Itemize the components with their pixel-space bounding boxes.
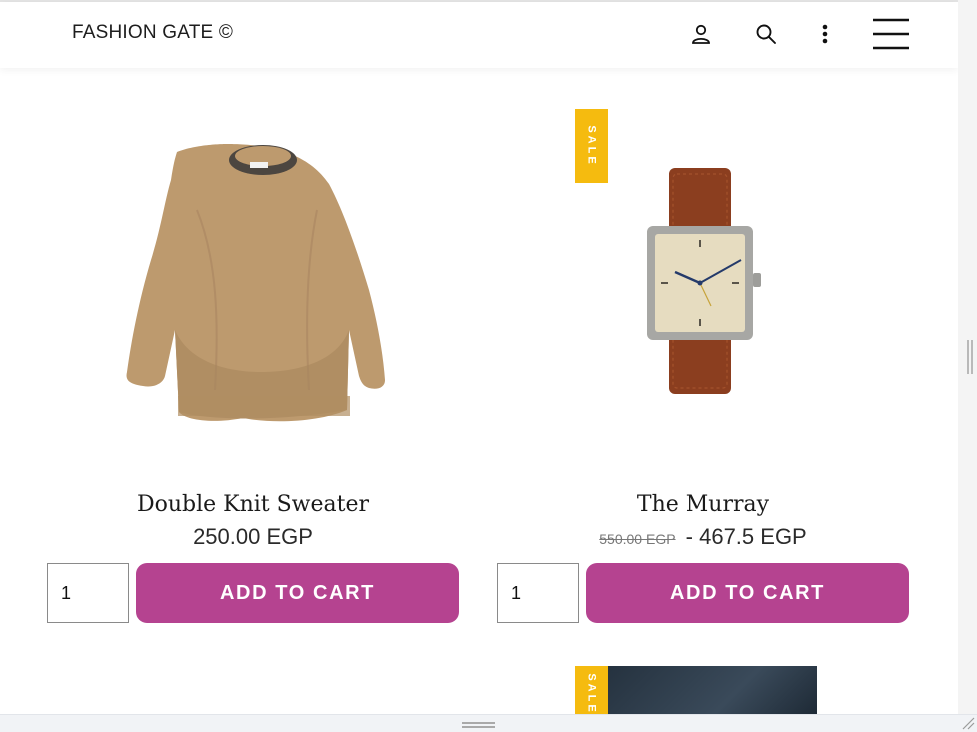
product-title[interactable]: Double Knit Sweater bbox=[47, 492, 459, 517]
site-header: FASHION GATE © bbox=[0, 2, 958, 68]
side-resize-handle[interactable] bbox=[967, 340, 973, 374]
product-image-sweater[interactable] bbox=[47, 90, 459, 470]
product-title[interactable]: The Murray bbox=[497, 492, 909, 517]
sale-badge-label: SALE bbox=[585, 673, 598, 714]
product-image-partial[interactable] bbox=[608, 666, 817, 714]
more-vertical-icon[interactable] bbox=[811, 20, 839, 48]
search-icon[interactable] bbox=[752, 20, 780, 48]
add-to-cart-button[interactable]: ADD TO CART bbox=[136, 563, 459, 623]
original-price: 550.00 EGP bbox=[599, 531, 676, 547]
sale-badge-label: SALE bbox=[585, 125, 598, 167]
bottom-resize-handle[interactable] bbox=[462, 722, 495, 728]
resize-corner-icon[interactable] bbox=[961, 716, 975, 730]
brand-logo[interactable]: FASHION GATE © bbox=[72, 22, 233, 44]
product-image-watch[interactable] bbox=[497, 90, 909, 470]
quantity-input[interactable] bbox=[47, 563, 129, 623]
current-price: 250.00 EGP bbox=[193, 524, 313, 549]
quantity-input[interactable] bbox=[497, 563, 579, 623]
sale-badge: SALE bbox=[575, 666, 608, 714]
sale-price: - 467.5 EGP bbox=[679, 524, 807, 549]
sale-badge: SALE bbox=[575, 109, 608, 183]
product-price: 250.00 EGP bbox=[47, 524, 459, 550]
product-price: 550.00 EGP - 467.5 EGP bbox=[497, 524, 909, 550]
account-icon[interactable] bbox=[687, 20, 715, 48]
add-to-cart-button[interactable]: ADD TO CART bbox=[586, 563, 909, 623]
hamburger-menu-icon[interactable] bbox=[872, 16, 910, 52]
